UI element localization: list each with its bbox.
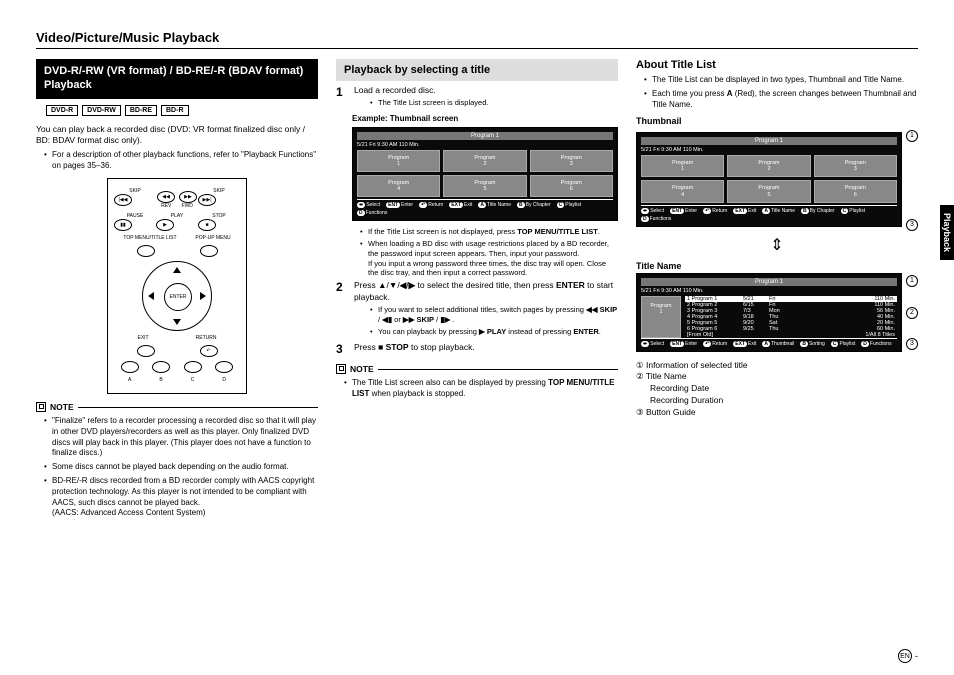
section-header-select-title: Playback by selecting a title <box>336 59 618 81</box>
titlename-screen: Program 1 5/21 Fri 9:30 AM 110 Min. Prog… <box>636 273 902 352</box>
after-screen-note: If the Title List screen is not displaye… <box>360 227 618 237</box>
remote-dpad: ENTER <box>142 261 212 331</box>
remote-btn-return: ↶ <box>200 345 218 357</box>
after-screen-note: When loading a BD disc with usage restri… <box>360 239 618 278</box>
intro-bullet: For a description of other playback func… <box>44 150 318 172</box>
note-heading-1: NOTE <box>36 402 318 412</box>
remote-btn-topmenu <box>137 245 155 257</box>
step-1-sub: The Title List screen is displayed. <box>370 98 618 108</box>
program-thumb: Program 1 <box>641 296 681 338</box>
program-cell: Program 4 <box>357 175 440 197</box>
step-3-text: Press ■ STOP to stop playback. <box>354 342 618 356</box>
program-cell: Program 5 <box>727 180 810 202</box>
step-number: 2 <box>336 280 348 338</box>
note-item: "Finalize" refers to a recorder processi… <box>44 416 318 459</box>
remote-btn-b <box>152 361 170 373</box>
title-row-footer: [From Old]1/All 8 Titles <box>685 332 897 338</box>
badge-dvd-r: DVD-R <box>46 105 78 116</box>
column-middle: Playback by selecting a title 1 Load a r… <box>336 59 618 523</box>
legend: ① Information of selected title ② Title … <box>636 360 918 419</box>
step-number: 1 <box>336 85 348 110</box>
about-bullet: The Title List can be displayed in two t… <box>644 75 918 86</box>
remote-btn-rev: ◀◀ <box>157 191 175 203</box>
remote-btn-d <box>215 361 233 373</box>
page-title: Video/Picture/Music Playback <box>36 30 918 49</box>
remote-btn-stop: ■ <box>198 219 216 231</box>
remote-diagram: SKIP|◀◀ ◀◀▶▶REVFWD SKIP▶▶| PAUSE▮▮ PLAY▶… <box>107 178 247 394</box>
note-item: Some discs cannot be played back dependi… <box>44 462 318 473</box>
program-cell: Program 3 <box>814 155 897 177</box>
format-badges: DVD-R DVD-RW BD-RE BD-R <box>46 105 318 116</box>
program-cell: Program 6 <box>530 175 613 197</box>
thumbnail-screen: Program 1 5/21 Fri 9:30 AM 110 Min. Prog… <box>636 132 902 226</box>
note-icon <box>36 402 46 412</box>
callout-1: 1 <box>906 275 918 287</box>
badge-bd-r: BD-R <box>161 105 189 116</box>
thumbnail-label: Thumbnail <box>636 116 918 126</box>
program-cell: Program 6 <box>814 180 897 202</box>
section-header-about-title-list: About Title List <box>636 59 918 71</box>
callout-3: 3 <box>906 219 918 231</box>
remote-label-topmenu: TOP MENU/TITLE LIST <box>123 235 176 241</box>
section-header-playback-format: DVD-R/-RW (VR format) / BD-RE/-R (BDAV f… <box>36 59 318 99</box>
step-2-sub: If you want to select additional titles,… <box>370 305 618 325</box>
program-cell: Program 1 <box>641 155 724 177</box>
program-cell: Program 4 <box>641 180 724 202</box>
bottom-note: The Title List screen also can be displa… <box>344 378 618 400</box>
callout-2: 2 <box>906 307 918 319</box>
remote-btn-fwd: ▶▶ <box>179 191 197 203</box>
page-language-mark: EN- <box>898 649 918 663</box>
intro-text: You can play back a recorded disc (DVD: … <box>36 124 318 147</box>
program-cell: Program 2 <box>443 150 526 172</box>
step-2-text: Press ▲/▼/◀/▶ to select the desired titl… <box>354 280 613 301</box>
badge-dvd-rw: DVD-RW <box>82 105 121 116</box>
remote-label-popup: POP-UP MENU <box>195 235 230 241</box>
remote-btn-play: ▶ <box>156 219 174 231</box>
titlename-label: Title Name <box>636 261 918 271</box>
column-left: DVD-R/-RW (VR format) / BD-RE/-R (BDAV f… <box>36 59 318 523</box>
remote-btn-exit <box>137 345 155 357</box>
remote-btn-enter: ENTER <box>164 283 192 311</box>
column-right: About Title List The Title List can be d… <box>636 59 918 523</box>
note-item: BD-RE/-R discs recorded from a BD record… <box>44 476 318 519</box>
callout-1: 1 <box>906 130 918 142</box>
remote-btn-popup <box>200 245 218 257</box>
program-cell: Program 1 <box>357 150 440 172</box>
remote-btn-pause: ▮▮ <box>114 219 132 231</box>
example-label: Example: Thumbnail screen <box>352 114 618 123</box>
remote-btn-skip-next: ▶▶| <box>198 194 216 206</box>
thumbnail-screen-example: Program 1 5/21 Fri 9:30 AM 110 Min. Prog… <box>352 127 618 221</box>
note-icon <box>336 364 346 374</box>
side-tab-playback: Playback <box>940 205 954 260</box>
step-2-sub: You can playback by pressing ▶ PLAY inst… <box>370 327 618 337</box>
note-heading-2: NOTE <box>336 364 618 374</box>
swap-arrow-icon: ⇕ <box>636 235 918 255</box>
callout-3: 3 <box>906 338 918 350</box>
program-cell: Program 2 <box>727 155 810 177</box>
program-cell: Program 3 <box>530 150 613 172</box>
remote-btn-a <box>121 361 139 373</box>
remote-btn-c <box>184 361 202 373</box>
remote-btn-skip-prev: |◀◀ <box>114 194 132 206</box>
badge-bd-re: BD-RE <box>125 105 157 116</box>
step-1-text: Load a recorded disc. <box>354 85 436 95</box>
program-cell: Program 5 <box>443 175 526 197</box>
step-number: 3 <box>336 342 348 356</box>
about-bullet: Each time you press A (Red), the screen … <box>644 89 918 111</box>
